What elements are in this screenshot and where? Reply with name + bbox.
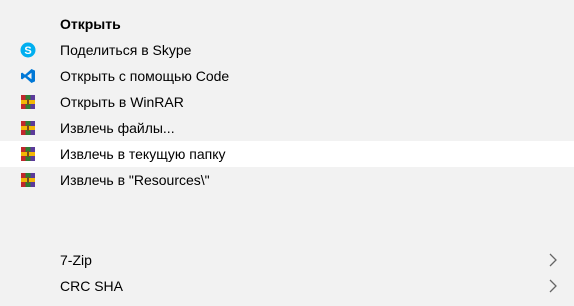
chevron-right-icon — [549, 279, 557, 293]
menu-item-label: Открыть — [60, 16, 121, 32]
menu-item-label: CRC SHA — [60, 278, 124, 294]
menu-item-extract-here[interactable]: Извлечь в текущую папку — [0, 141, 574, 167]
menu-item-open-with-code[interactable]: Открыть с помощью Code — [0, 63, 574, 89]
menu-item-crc-sha[interactable]: CRC SHA — [0, 273, 574, 299]
svg-text:S: S — [24, 45, 31, 57]
winrar-icon — [20, 146, 36, 162]
menu-item-extract-files[interactable]: Извлечь файлы... — [0, 115, 574, 141]
winrar-icon — [20, 172, 36, 188]
menu-item-7zip[interactable]: 7-Zip — [0, 247, 574, 273]
skype-icon: S — [20, 42, 36, 58]
menu-item-label: Открыть с помощью Code — [60, 68, 230, 84]
menu-item-share-skype[interactable]: S Поделиться в Skype — [0, 37, 574, 63]
menu-item-extract-to-folder[interactable]: Извлечь в "Resources\" — [0, 167, 574, 193]
context-menu: Открыть S Поделиться в Skype Открыть с п… — [0, 0, 574, 306]
menu-item-label: Извлечь в текущую папку — [60, 146, 226, 162]
menu-item-label: Поделиться в Skype — [60, 42, 192, 58]
menu-item-label: Открыть в WinRAR — [60, 94, 184, 110]
menu-item-label: 7-Zip — [60, 252, 92, 268]
vscode-icon — [20, 68, 36, 84]
chevron-right-icon — [549, 253, 557, 267]
menu-item-label: Извлечь в "Resources\" — [60, 172, 210, 188]
menu-item-open-winrar[interactable]: Открыть в WinRAR — [0, 89, 574, 115]
menu-item-label: Извлечь файлы... — [60, 120, 175, 136]
winrar-icon — [20, 120, 36, 136]
winrar-icon — [20, 94, 36, 110]
menu-item-open[interactable]: Открыть — [0, 11, 574, 37]
